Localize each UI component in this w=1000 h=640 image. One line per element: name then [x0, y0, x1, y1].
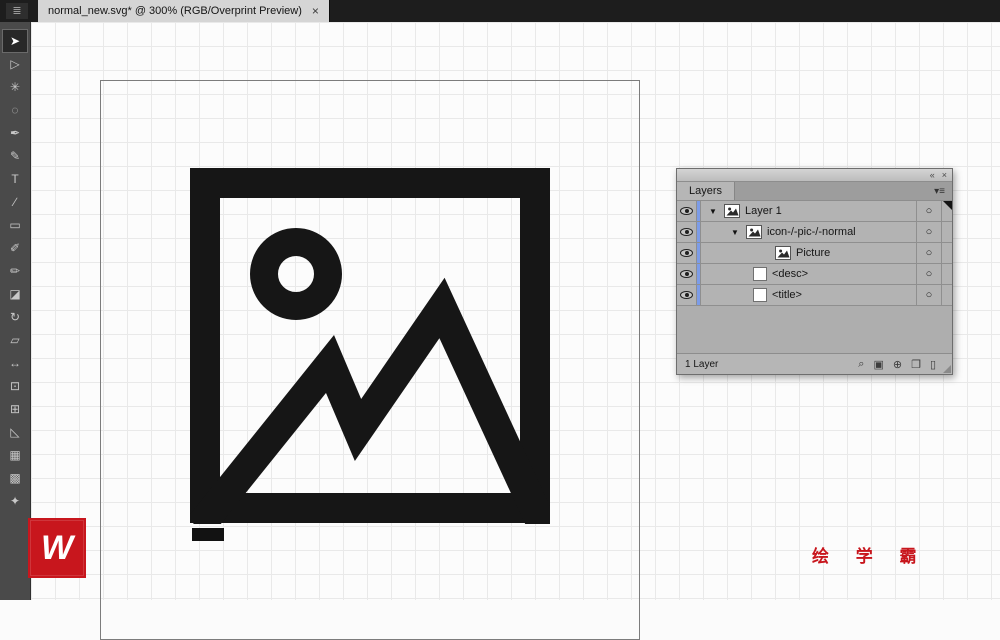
layers-panel: « × Layers ▾≡ ▼ Layer 1 ○ ▼ icon-/-pic-/-nor… — [676, 168, 953, 375]
layer-label: Layer 1 — [745, 205, 782, 217]
tab-layers[interactable]: Layers — [677, 182, 735, 200]
selection-column — [941, 285, 952, 305]
eye-icon — [680, 207, 693, 215]
layer-label: icon-/-pic-/-normal — [767, 226, 856, 238]
layer-row-content: ▼ Layer 1 — [701, 201, 916, 221]
visibility-toggle[interactable] — [677, 201, 697, 221]
layer-thumbnail — [753, 288, 767, 302]
new-sublayer-icon[interactable]: ⊕ — [893, 358, 902, 371]
line-segment-tool[interactable]: ∕ — [3, 191, 27, 213]
layer-thumbnail — [724, 203, 740, 219]
layer-row-content: Picture — [701, 243, 916, 263]
visibility-toggle[interactable] — [677, 285, 697, 305]
layer-label: <desc> — [772, 268, 808, 280]
layer-row[interactable]: ▼ icon-/-pic-/-normal ○ — [677, 222, 952, 243]
selection-corner-icon — [943, 201, 952, 210]
picture-icon-artwork[interactable] — [190, 168, 550, 524]
panel-top-bar: « × — [677, 169, 952, 182]
layer-row[interactable]: Picture ○ — [677, 243, 952, 264]
type-tool[interactable]: T — [3, 168, 27, 190]
selection-column — [941, 243, 952, 263]
pencil-tool[interactable]: ✏ — [3, 260, 27, 282]
delete-layer-icon[interactable]: ▯ — [930, 358, 936, 371]
magic-wand-tool[interactable]: ✳ — [3, 76, 27, 98]
rectangle-tool[interactable]: ▭ — [3, 214, 27, 236]
layer-row-content: <desc> — [701, 264, 916, 284]
title-bar: ≣ normal_new.svg* @ 300% (RGB/Overprint … — [0, 0, 1000, 22]
rotate-tool[interactable]: ↻ — [3, 306, 27, 328]
gradient-tool[interactable]: ▩ — [3, 467, 27, 489]
layer-row[interactable]: <title> ○ — [677, 285, 952, 306]
layer-row-content: <title> — [701, 285, 916, 305]
free-transform-tool[interactable]: ⊡ — [3, 375, 27, 397]
scale-tool[interactable]: ▱ — [3, 329, 27, 351]
disclosure-triangle-icon[interactable]: ▼ — [731, 228, 741, 237]
layer-thumbnail — [775, 245, 791, 261]
target-circle-icon[interactable]: ○ — [916, 243, 941, 263]
layer-list: ▼Layer 1○▼icon-/-pic-/-normal○Picture○<d… — [677, 201, 952, 353]
new-layer-icon[interactable]: ❐ — [911, 358, 921, 371]
tab-close-icon[interactable]: × — [312, 5, 319, 17]
pen-tool[interactable]: ✒ — [3, 122, 27, 144]
panel-menu-icon[interactable]: ▾≡ — [934, 186, 952, 200]
layer-label: <title> — [772, 289, 802, 301]
watermark-mark — [192, 528, 224, 541]
eye-icon — [680, 228, 693, 236]
panel-resize-grip[interactable] — [943, 365, 951, 373]
visibility-toggle[interactable] — [677, 222, 697, 242]
layer-thumbnail — [753, 267, 767, 281]
selection-column — [941, 222, 952, 242]
watermark-logo-letter: W — [41, 531, 73, 565]
shape-builder-tool[interactable]: ⊞ — [3, 398, 27, 420]
target-circle-icon[interactable]: ○ — [916, 264, 941, 284]
selection-tool[interactable]: ➤ — [3, 30, 27, 52]
eye-icon — [680, 291, 693, 299]
tools-panel: ➤▷✳◌✒✎T∕▭✐✏◪↻▱↔⊡⊞◺▦▩✦ — [0, 22, 31, 600]
panel-close-icon[interactable]: × — [942, 171, 947, 180]
panel-footer-icons: ⌕ ▣ ⊕ ❐ ▯ — [858, 358, 944, 371]
eraser-tool[interactable]: ◪ — [3, 283, 27, 305]
target-circle-icon[interactable]: ○ — [916, 285, 941, 305]
paintbrush-tool[interactable]: ✐ — [3, 237, 27, 259]
direct-selection-tool[interactable]: ▷ — [3, 53, 27, 75]
app-menu-icon[interactable]: ≣ — [6, 3, 28, 19]
layer-row[interactable]: <desc> ○ — [677, 264, 952, 285]
target-circle-icon[interactable]: ○ — [916, 201, 941, 221]
visibility-toggle[interactable] — [677, 243, 697, 263]
panel-status-bar: 1 Layer ⌕ ▣ ⊕ ❐ ▯ — [677, 353, 952, 374]
eye-icon — [680, 270, 693, 278]
watermark-text: 绘 学 霸 — [812, 542, 927, 567]
eyedropper-tool[interactable]: ✦ — [3, 490, 27, 512]
search-icon[interactable]: ⌕ — [858, 358, 864, 371]
panel-tab-bar: Layers ▾≡ — [677, 182, 952, 201]
selection-column — [941, 264, 952, 284]
panel-collapse-icon[interactable]: « — [930, 171, 935, 180]
visibility-toggle[interactable] — [677, 264, 697, 284]
layer-thumbnail — [746, 224, 762, 240]
perspective-grid-tool[interactable]: ◺ — [3, 421, 27, 443]
document-tab[interactable]: normal_new.svg* @ 300% (RGB/Overprint Pr… — [38, 0, 330, 22]
target-circle-icon[interactable]: ○ — [916, 222, 941, 242]
make-clipping-mask-icon[interactable]: ▣ — [873, 358, 883, 371]
layer-label: Picture — [796, 247, 830, 259]
mesh-tool[interactable]: ▦ — [3, 444, 27, 466]
eye-icon — [680, 249, 693, 257]
layer-count: 1 Layer — [685, 359, 718, 370]
watermark-logo: W — [28, 518, 86, 578]
add-anchor-point-tool[interactable]: ✎ — [3, 145, 27, 167]
document-tab-title: normal_new.svg* @ 300% (RGB/Overprint Pr… — [48, 5, 302, 17]
lasso-tool[interactable]: ◌ — [3, 99, 27, 121]
layer-row[interactable]: ▼ Layer 1 ○ — [677, 201, 952, 222]
disclosure-triangle-icon[interactable]: ▼ — [709, 207, 719, 216]
selection-column — [941, 201, 952, 221]
layer-row-content: ▼ icon-/-pic-/-normal — [701, 222, 916, 242]
width-tool[interactable]: ↔ — [3, 352, 27, 374]
